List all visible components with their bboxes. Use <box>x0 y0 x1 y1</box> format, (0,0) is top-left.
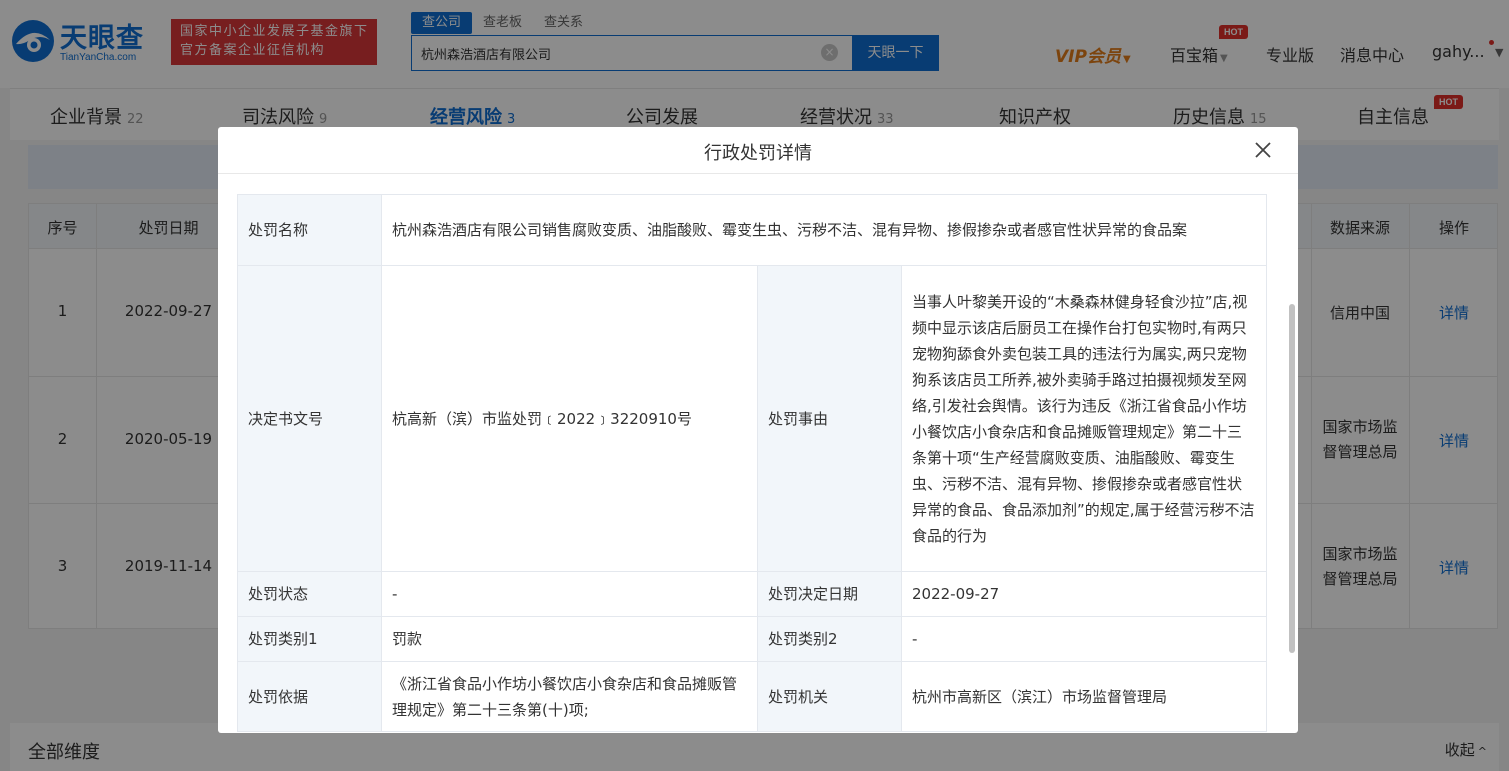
modal-body: 处罚名称 杭州森浩酒店有限公司销售腐败变质、油脂酸败、霉变生虫、污秽不洁、混有异… <box>218 174 1298 733</box>
detail-row-basis-authority: 处罚依据 《浙江省食品小作坊小餐饮店小食杂店和食品摊贩管理规定》第二十三条第(十… <box>237 661 1268 732</box>
detail-row-doc-reason: 决定书文号 杭高新（滨）市监处罚﹝2022﹞3220910号 处罚事由 当事人叶… <box>237 265 1268 572</box>
value-category1: 罚款 <box>381 616 758 662</box>
label-decision-date: 处罚决定日期 <box>757 571 902 617</box>
label-penalty-name: 处罚名称 <box>237 194 382 266</box>
value-doc-no: 杭高新（滨）市监处罚﹝2022﹞3220910号 <box>381 265 758 572</box>
penalty-detail-modal: 行政处罚详情 处罚名称 杭州森浩酒店有限公司销售腐败变质、油脂酸败、霉变生虫、污… <box>218 127 1298 733</box>
modal-title: 行政处罚详情 <box>704 143 812 164</box>
penalty-detail-table: 处罚名称 杭州森浩酒店有限公司销售腐败变质、油脂酸败、霉变生虫、污秽不洁、混有异… <box>237 194 1268 732</box>
value-decision-date: 2022-09-27 <box>900 571 1268 617</box>
label-status: 处罚状态 <box>237 571 382 617</box>
value-basis: 《浙江省食品小作坊小餐饮店小食杂店和食品摊贩管理规定》第二十三条第(十)项; <box>381 661 758 732</box>
modal-header: 行政处罚详情 <box>218 127 1298 174</box>
label-basis: 处罚依据 <box>237 661 382 732</box>
modal-scrollbar[interactable] <box>1289 304 1295 653</box>
detail-row-categories: 处罚类别1 罚款 处罚类别2 - <box>237 616 1268 662</box>
detail-row-status-date: 处罚状态 - 处罚决定日期 2022-09-27 <box>237 571 1268 617</box>
label-category2: 处罚类别2 <box>757 616 902 662</box>
value-penalty-name: 杭州森浩酒店有限公司销售腐败变质、油脂酸败、霉变生虫、污秽不洁、混有异物、掺假掺… <box>380 194 1268 266</box>
close-icon[interactable] <box>1254 141 1272 159</box>
value-status: - <box>381 571 758 617</box>
label-reason: 处罚事由 <box>757 265 902 572</box>
value-category2: - <box>900 616 1268 662</box>
detail-row-name: 处罚名称 杭州森浩酒店有限公司销售腐败变质、油脂酸败、霉变生虫、污秽不洁、混有异… <box>237 194 1268 266</box>
value-reason: 当事人叶黎美开设的“木桑森林健身轻食沙拉”店,视频中显示该店后厨员工在操作台打包… <box>900 265 1268 572</box>
label-doc-no: 决定书文号 <box>237 265 382 572</box>
label-category1: 处罚类别1 <box>237 616 382 662</box>
value-authority: 杭州市高新区（滨江）市场监督管理局 <box>900 661 1268 732</box>
label-authority: 处罚机关 <box>757 661 902 732</box>
